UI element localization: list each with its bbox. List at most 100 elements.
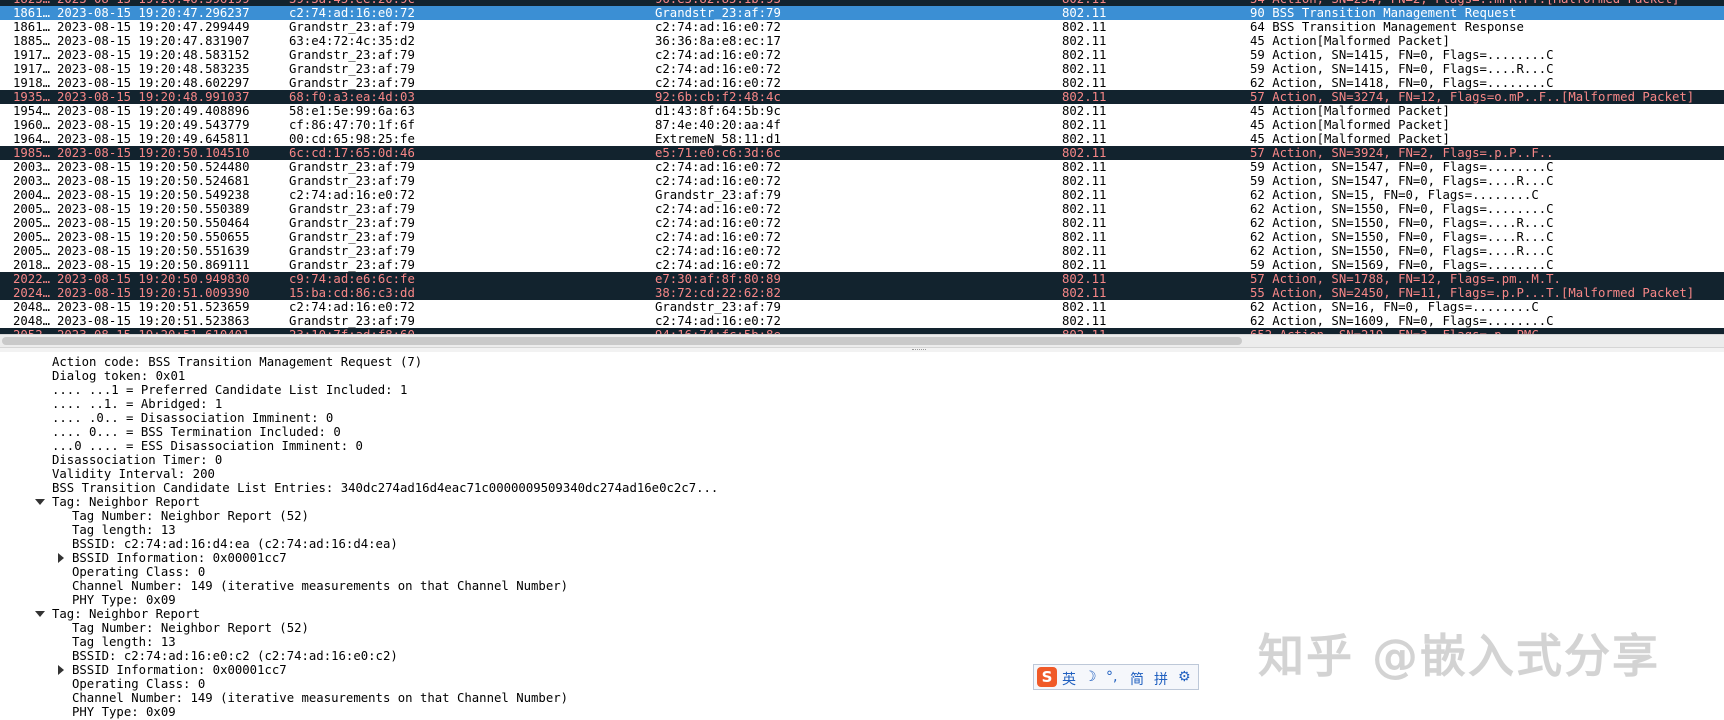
- packet-row[interactable]: 1960… 2023-08-15 19:20:49.543779 cf:86:47:…: [0, 118, 1724, 132]
- packet-source: c2:74:ad:16:e0:72: [289, 6, 415, 20]
- packet-number: 1954…: [13, 104, 51, 118]
- packet-source: 58:e1:5e:99:6a:63: [289, 104, 415, 118]
- packet-protocol: 802.11: [1062, 314, 1107, 328]
- packet-row[interactable]: 2004… 2023-08-15 19:20:50.549238 c2:74:ad:…: [0, 188, 1724, 202]
- packet-time: 2023-08-15 19:20:50.104510: [57, 146, 250, 160]
- detail-tree-node[interactable]: Tag: Neighbor Report: [52, 495, 200, 509]
- packet-row[interactable]: 2003… 2023-08-15 19:20:50.524681 Grandstr_…: [0, 174, 1724, 188]
- detail-field[interactable]: ...0 .... = ESS Disassociation Imminent:…: [52, 439, 363, 453]
- packet-list[interactable]: 1823…2023-08-15 19:20:46.39619939:3a:45:…: [0, 0, 1724, 334]
- detail-field[interactable]: Tag length: 13: [72, 523, 176, 537]
- packet-destination: c2:74:ad:16:e0:72: [655, 202, 781, 216]
- packet-destination: c2:74:ad:16:e0:72: [655, 258, 781, 272]
- moon-icon[interactable]: ☽: [1084, 669, 1097, 685]
- detail-field[interactable]: Action code: BSS Transition Management R…: [52, 355, 422, 369]
- packet-row[interactable]: 1985… 2023-08-15 19:20:50.104510 6c:cd:17:…: [0, 146, 1724, 160]
- packet-row[interactable]: 1885… 2023-08-15 19:20:47.831907 63:e4:72:…: [0, 34, 1724, 48]
- detail-field[interactable]: Operating Class: 0: [72, 565, 205, 579]
- packet-destination: 36:36:8a:e8:ec:17: [655, 34, 781, 48]
- packet-destination: c2:74:ad:16:e0:72: [655, 314, 781, 328]
- packet-time: 2023-08-15 19:20:47.296237: [57, 6, 250, 20]
- detail-field[interactable]: BSS Transition Candidate List Entries: 3…: [52, 481, 718, 495]
- packet-source: Grandstr_23:af:79: [289, 48, 415, 62]
- expanded-arrow-icon[interactable]: [35, 611, 45, 617]
- packet-number: 1964…: [13, 132, 51, 146]
- packet-protocol: 802.11: [1062, 118, 1107, 132]
- detail-field[interactable]: BSSID: c2:74:ad:16:d4:ea (c2:74:ad:16:d4…: [72, 537, 398, 551]
- packet-row[interactable]: 2005… 2023-08-15 19:20:50.550389 Grandstr_…: [0, 202, 1724, 216]
- gear-icon[interactable]: ⚙: [1178, 669, 1191, 685]
- packet-protocol: 802.11: [1062, 258, 1107, 272]
- packet-destination: c2:74:ad:16:e0:72: [655, 244, 781, 258]
- packet-row[interactable]: 2024… 2023-08-15 19:20:51.009390 15:ba:cd:…: [0, 286, 1724, 300]
- packet-row-selected[interactable]: 1861… 2023-08-15 19:20:47.296237 c2:74:ad:…: [0, 6, 1724, 20]
- packet-number: 1960…: [13, 118, 51, 132]
- packet-number: 2005…: [13, 230, 51, 244]
- detail-field[interactable]: BSSID: c2:74:ad:16:e0:c2 (c2:74:ad:16:e0…: [72, 649, 398, 663]
- packet-row[interactable]: 1964… 2023-08-15 19:20:49.645811 00:cd:65:…: [0, 132, 1724, 146]
- detail-field[interactable]: .... 0... = BSS Termination Included: 0: [52, 425, 341, 439]
- packet-row[interactable]: 2048… 2023-08-15 19:20:51.523863 Grandstr_…: [0, 314, 1724, 328]
- detail-field[interactable]: PHY Type: 0x09: [72, 705, 176, 719]
- packet-number: 2005…: [13, 216, 51, 230]
- packet-destination: e7:30:af:8f:80:89: [655, 272, 781, 286]
- detail-field[interactable]: .... .0.. = Disassociation Imminent: 0: [52, 411, 333, 425]
- packet-time: 2023-08-15 19:20:50.524480: [57, 160, 250, 174]
- packet-time: 2023-08-15 19:20:50.550655: [57, 230, 250, 244]
- sogou-logo-icon[interactable]: S: [1037, 667, 1057, 687]
- packet-row[interactable]: 1935… 2023-08-15 19:20:48.991037 68:f0:a3:…: [0, 90, 1724, 104]
- detail-field[interactable]: Tag length: 13: [72, 635, 176, 649]
- packet-destination: c2:74:ad:16:e0:72: [655, 62, 781, 76]
- detail-field[interactable]: .... ..1. = Abridged: 1: [52, 397, 222, 411]
- ime-english-toggle[interactable]: 英: [1062, 669, 1076, 689]
- packet-row[interactable]: 2005… 2023-08-15 19:20:50.550464 Grandstr_…: [0, 216, 1724, 230]
- pane-splitter[interactable]: [0, 348, 1724, 352]
- ime-pinyin-toggle[interactable]: 拼: [1154, 669, 1168, 689]
- detail-field[interactable]: Operating Class: 0: [72, 677, 205, 691]
- packet-source: Grandstr_23:af:79: [289, 230, 415, 244]
- detail-tree-node[interactable]: Tag: Neighbor Report: [52, 607, 200, 621]
- packet-protocol: 802.11: [1062, 272, 1107, 286]
- packet-info: 90 BSS Transition Management Request: [1250, 6, 1517, 20]
- packet-source: 15:ba:cd:86:c3:dd: [289, 286, 415, 300]
- watermark: 知乎 @嵌入式分享: [1258, 629, 1661, 683]
- splitter-grip-icon[interactable]: [912, 349, 926, 352]
- packet-row[interactable]: 2005… 2023-08-15 19:20:50.550655 Grandstr_…: [0, 230, 1724, 244]
- detail-field[interactable]: PHY Type: 0x09: [72, 593, 176, 607]
- detail-field[interactable]: Dialog token: 0x01: [52, 369, 185, 383]
- packet-protocol: 802.11: [1062, 286, 1107, 300]
- scrollbar-thumb[interactable]: [2, 337, 1242, 345]
- detail-field[interactable]: Channel Number: 149 (iterative measureme…: [72, 691, 568, 705]
- packet-source: Grandstr_23:af:79: [289, 258, 415, 272]
- detail-field[interactable]: Tag Number: Neighbor Report (52): [72, 509, 309, 523]
- ime-toolbar[interactable]: S 英 ☽ °, 简 拼 ⚙: [1033, 664, 1199, 690]
- punctuation-toggle[interactable]: °,: [1106, 669, 1117, 685]
- packet-row[interactable]: 2048… 2023-08-15 19:20:51.523659 c2:74:ad:…: [0, 300, 1724, 314]
- packet-protocol: 802.11: [1062, 202, 1107, 216]
- packet-row[interactable]: 1918… 2023-08-15 19:20:48.602297 Grandstr_…: [0, 76, 1724, 90]
- detail-field[interactable]: Tag Number: Neighbor Report (52): [72, 621, 309, 635]
- packet-destination: c2:74:ad:16:e0:72: [655, 174, 781, 188]
- packet-time: 2023-08-15 19:20:50.524681: [57, 174, 250, 188]
- packet-row[interactable]: 1917… 2023-08-15 19:20:48.583235 Grandstr_…: [0, 62, 1724, 76]
- detail-field[interactable]: Validity Interval: 200: [52, 467, 215, 481]
- expanded-arrow-icon[interactable]: [35, 499, 45, 505]
- packet-row[interactable]: 2003… 2023-08-15 19:20:50.524480 Grandstr_…: [0, 160, 1724, 174]
- detail-field[interactable]: Channel Number: 149 (iterative measureme…: [72, 579, 568, 593]
- packet-row[interactable]: 2022… 2023-08-15 19:20:50.949830 c9:74:ad:…: [0, 272, 1724, 286]
- packet-row[interactable]: 2018… 2023-08-15 19:20:50.869111 Grandstr_…: [0, 258, 1724, 272]
- detail-tree-node[interactable]: BSSID Information: 0x00001cc7: [72, 663, 287, 677]
- packet-number: 1935…: [13, 90, 51, 104]
- packet-row[interactable]: 2005… 2023-08-15 19:20:50.551639 Grandstr_…: [0, 244, 1724, 258]
- packet-row[interactable]: 1917… 2023-08-15 19:20:48.583152 Grandstr_…: [0, 48, 1724, 62]
- detail-field[interactable]: .... ...1 = Preferred Candidate List Inc…: [52, 383, 407, 397]
- packet-row[interactable]: 1954… 2023-08-15 19:20:49.408896 58:e1:5e:…: [0, 104, 1724, 118]
- ime-simplified-toggle[interactable]: 简: [1130, 669, 1144, 689]
- detail-tree-node[interactable]: BSSID Information: 0x00001cc7: [72, 551, 287, 565]
- packet-row[interactable]: 1861… 2023-08-15 19:20:47.299449 Grandstr_…: [0, 20, 1724, 34]
- packet-list-horizontal-scrollbar[interactable]: [0, 334, 1724, 348]
- packet-protocol: 802.11: [1062, 90, 1107, 104]
- collapsed-arrow-icon[interactable]: [58, 553, 64, 563]
- collapsed-arrow-icon[interactable]: [58, 665, 64, 675]
- detail-field[interactable]: Disassociation Timer: 0: [52, 453, 222, 467]
